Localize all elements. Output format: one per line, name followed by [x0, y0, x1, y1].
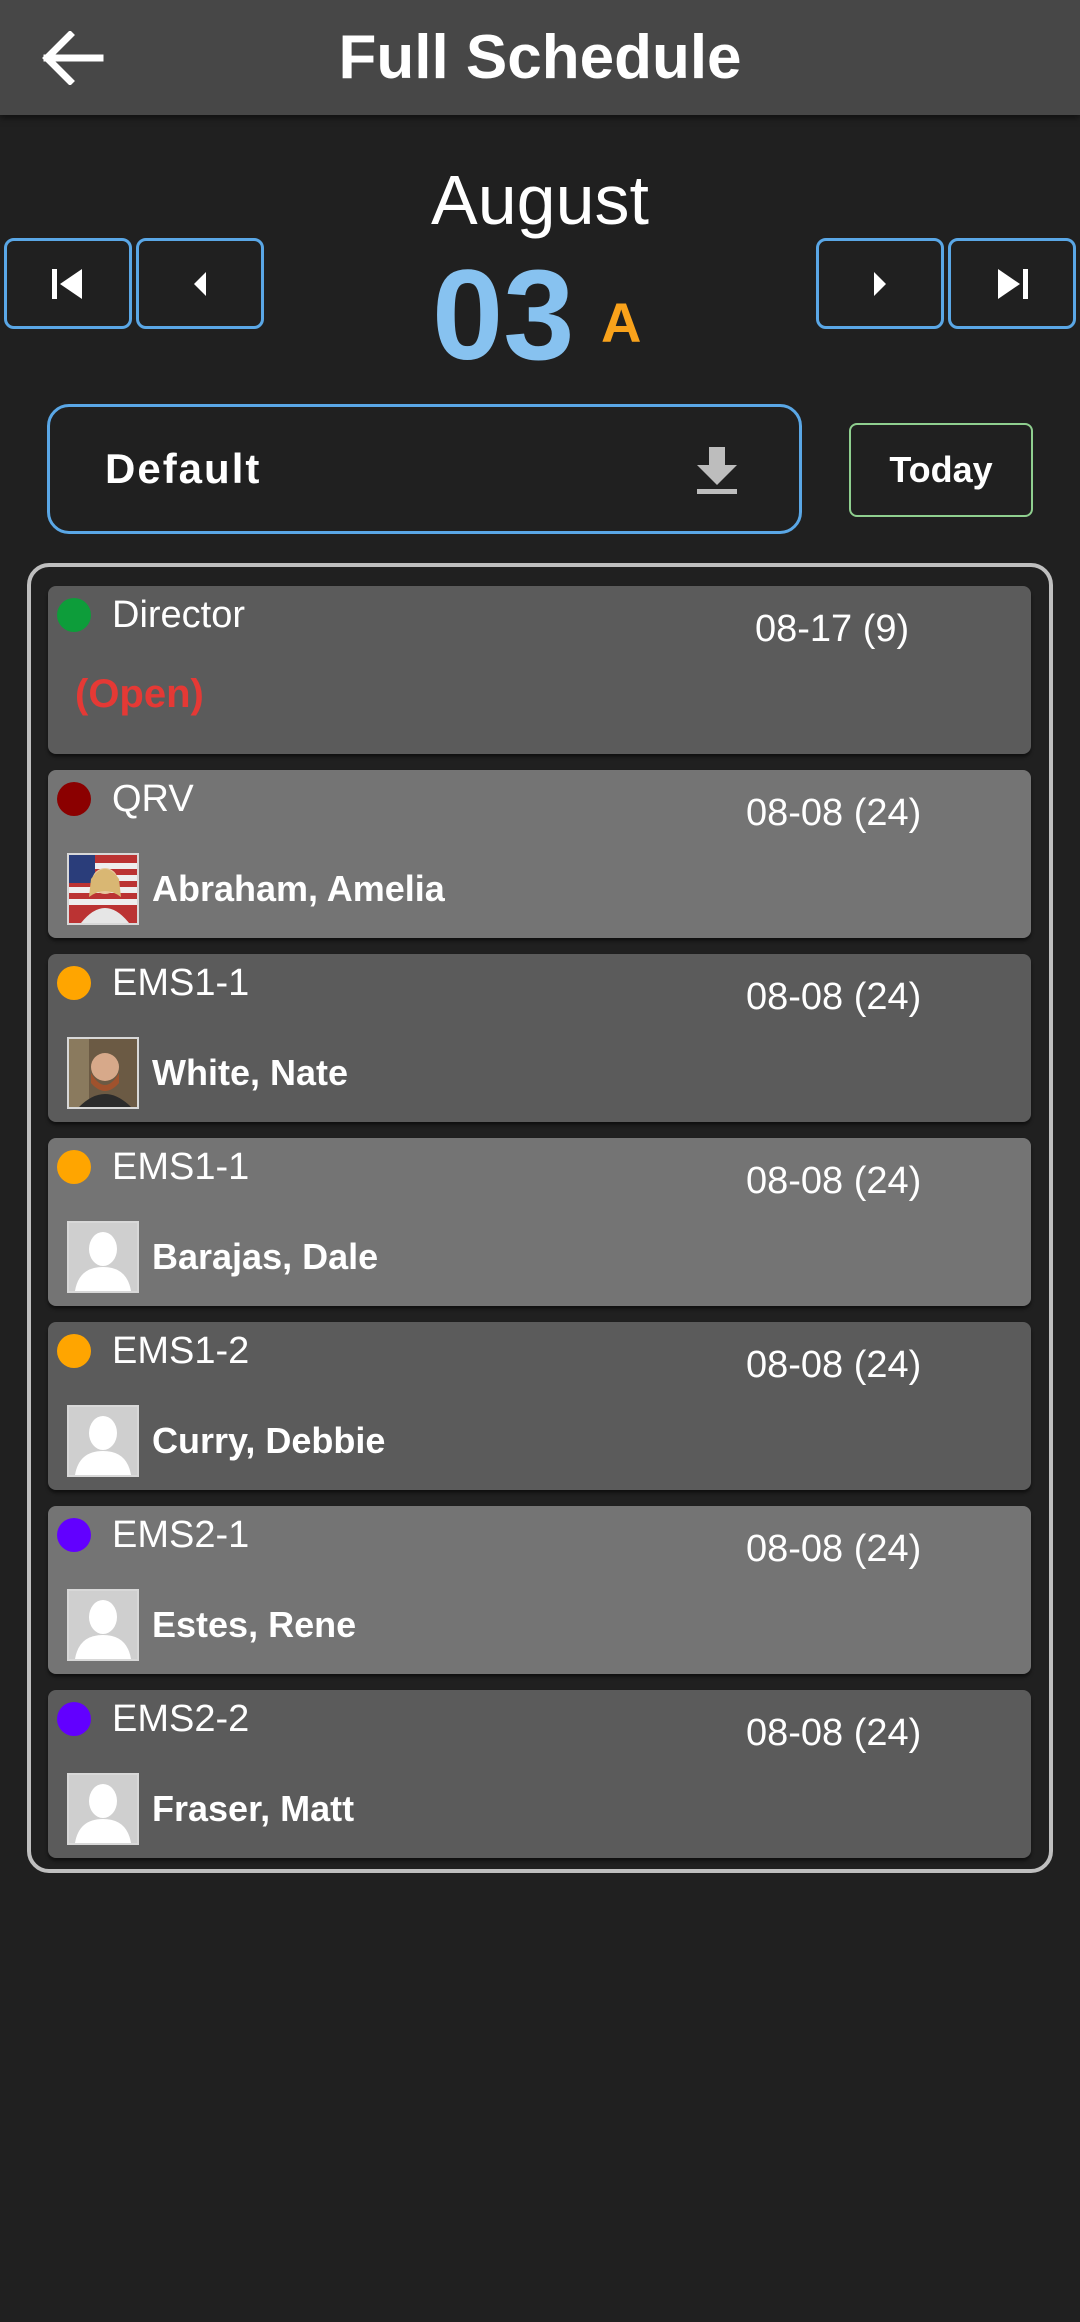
previous-day-button[interactable]: [136, 238, 264, 329]
position-label: EMS2-1: [112, 1514, 250, 1556]
shift-time: 08-08 (24): [746, 1160, 922, 1202]
avatar: [67, 1589, 139, 1661]
app-bar: Full Schedule: [0, 0, 1080, 115]
status-dot: [57, 966, 91, 1000]
shift-card-ems1-1[interactable]: EMS1-1 08-08 (24) White, Nate: [48, 954, 1031, 1122]
status-dot: [57, 598, 91, 632]
position-label: EMS2-2: [112, 1698, 250, 1740]
last-day-button[interactable]: [948, 238, 1076, 329]
person-name: Curry, Debbie: [152, 1420, 386, 1461]
avatar-photo-icon: [69, 855, 137, 923]
shift-card-qrv[interactable]: QRV 08-08 (24) Abraham, Amelia: [48, 770, 1031, 938]
status-dot: [57, 1702, 91, 1736]
avatar: [67, 853, 139, 925]
person-placeholder-icon: [69, 1407, 137, 1475]
person-name: Barajas, Dale: [152, 1236, 379, 1277]
person-placeholder-icon: [69, 1775, 137, 1843]
caret-right-icon: [874, 271, 886, 296]
first-day-button[interactable]: [4, 238, 132, 329]
person-name: Estes, Rene: [152, 1604, 357, 1645]
avatar: [67, 1221, 139, 1293]
caret-left-icon: [194, 271, 206, 296]
shift-time: 08-08 (24): [746, 792, 922, 834]
position-label: Director: [112, 594, 246, 636]
person-placeholder-icon: [69, 1591, 137, 1659]
avatar-photo-icon: [69, 1039, 137, 1107]
status-dot: [57, 1150, 91, 1184]
person-name: White, Nate: [152, 1052, 349, 1093]
position-label: EMS1-1: [112, 962, 250, 1004]
position-label: EMS1-2: [112, 1330, 250, 1372]
avatar: [67, 1037, 139, 1109]
status-dot: [57, 782, 91, 816]
download-icon[interactable]: [695, 445, 739, 495]
shift-time: 08-08 (24): [746, 1344, 922, 1386]
person-name: Fraser, Matt: [152, 1788, 355, 1829]
schedule-profile-select[interactable]: Default: [47, 404, 802, 534]
shift-card-ems2-1[interactable]: EMS2-1 08-08 (24) Estes, Rene: [48, 1506, 1031, 1674]
status-dot: [57, 1334, 91, 1368]
shift-card-ems1-1[interactable]: EMS1-1 08-08 (24) Barajas, Dale: [48, 1138, 1031, 1306]
open-status: (Open): [75, 672, 204, 716]
skip-previous-icon: [52, 268, 82, 299]
shift-time: 08-08 (24): [746, 976, 922, 1018]
profile-label: Default: [105, 445, 262, 492]
skip-next-icon: [998, 268, 1028, 299]
shift-card-director[interactable]: Director 08-17 (9) (Open): [48, 586, 1031, 754]
date-month: August: [431, 161, 649, 239]
next-day-button[interactable]: [816, 238, 944, 329]
position-label: EMS1-1: [112, 1146, 250, 1188]
page-title: Full Schedule: [338, 23, 742, 92]
today-button[interactable]: Today: [849, 423, 1033, 517]
shift-time: 08-17 (9): [755, 608, 910, 650]
person-placeholder-icon: [69, 1223, 137, 1291]
shift-time: 08-08 (24): [746, 1712, 922, 1754]
person-name: Abraham, Amelia: [152, 868, 445, 909]
position-label: QRV: [112, 778, 194, 820]
avatar: [67, 1405, 139, 1477]
shift-letter: A: [601, 291, 642, 354]
status-dot: [57, 1518, 91, 1552]
avatar: [67, 1773, 139, 1845]
shift-time: 08-08 (24): [746, 1528, 922, 1570]
date-day: 03: [432, 244, 575, 387]
shift-card-ems1-2[interactable]: EMS1-2 08-08 (24) Curry, Debbie: [48, 1322, 1031, 1490]
shift-card-ems2-2[interactable]: EMS2-2 08-08 (24) Fraser, Matt: [48, 1690, 1031, 1858]
